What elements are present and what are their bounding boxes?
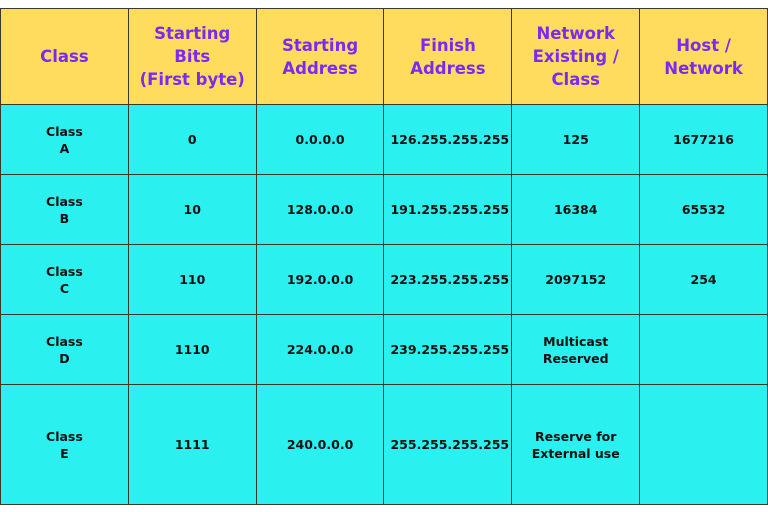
- cell-class: Class D: [0, 314, 129, 385]
- table-row-class-b: Class B 10 128.0.0.0 191.255.255.255 163…: [0, 174, 768, 245]
- cell-class: Class E: [0, 384, 129, 505]
- cell-network-existing: Multicast Reserved: [511, 314, 641, 385]
- cell-host-network: 254: [639, 244, 768, 315]
- cell-starting-address: 128.0.0.0: [255, 174, 385, 245]
- cell-finish-address: 239.255.255.255: [383, 314, 513, 385]
- cell-network-existing: 16384: [511, 174, 641, 245]
- cell-starting-address: 0.0.0.0: [255, 104, 385, 175]
- cell-host-network: [639, 314, 768, 385]
- cell-class: Class A: [0, 104, 129, 175]
- cell-starting-address: 240.0.0.0: [255, 384, 385, 505]
- cell-network-existing: Reserve for External use: [511, 384, 641, 505]
- cell-host-network: 65532: [639, 174, 768, 245]
- cell-starting-bits: 1111: [127, 384, 257, 505]
- cell-starting-address: 192.0.0.0: [255, 244, 385, 315]
- table-row-class-c: Class C 110 192.0.0.0 223.255.255.255 20…: [0, 244, 768, 315]
- table-row-class-d: Class D 1110 224.0.0.0 239.255.255.255 M…: [0, 314, 768, 385]
- cell-starting-bits: 10: [127, 174, 257, 245]
- table-row-class-a: Class A 0 0.0.0.0 126.255.255.255 125 16…: [0, 104, 768, 175]
- cell-class: Class C: [0, 244, 129, 315]
- header-class: Class: [0, 8, 129, 105]
- ip-class-table: Class Starting Bits (First byte) Startin…: [0, 8, 768, 505]
- cell-starting-bits: 0: [127, 104, 257, 175]
- cell-host-network: [639, 384, 768, 505]
- header-row: Class Starting Bits (First byte) Startin…: [0, 8, 768, 105]
- cell-finish-address: 191.255.255.255: [383, 174, 513, 245]
- cell-network-existing: 125: [511, 104, 641, 175]
- cell-host-network: 1677216: [639, 104, 768, 175]
- cell-finish-address: 255.255.255.255: [383, 384, 513, 505]
- header-starting-address: Starting Address: [255, 8, 385, 105]
- header-host-network: Host / Network: [639, 8, 768, 105]
- cell-network-existing: 2097152: [511, 244, 641, 315]
- header-network-existing: Network Existing / Class: [511, 8, 641, 105]
- header-starting-bits: Starting Bits (First byte): [127, 8, 257, 105]
- cell-starting-bits: 1110: [127, 314, 257, 385]
- cell-starting-bits: 110: [127, 244, 257, 315]
- cell-finish-address: 223.255.255.255: [383, 244, 513, 315]
- header-finish-address: Finish Address: [383, 8, 513, 105]
- cell-starting-address: 224.0.0.0: [255, 314, 385, 385]
- table-row-class-e: Class E 1111 240.0.0.0 255.255.255.255 R…: [0, 384, 768, 505]
- cell-class: Class B: [0, 174, 129, 245]
- cell-finish-address: 126.255.255.255: [383, 104, 513, 175]
